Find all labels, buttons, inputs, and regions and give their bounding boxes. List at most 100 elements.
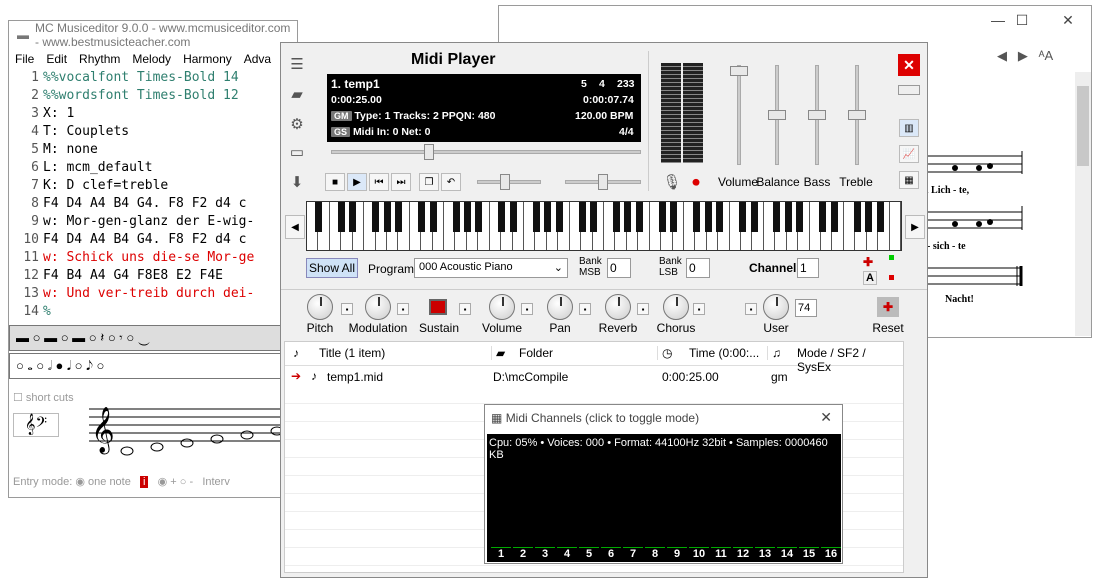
close-icon[interactable]: ✕ — [898, 54, 920, 76]
toggle-square[interactable]: ▪ — [459, 303, 471, 315]
black-key[interactable] — [658, 202, 666, 232]
black-key[interactable] — [532, 202, 540, 232]
channel-input[interactable]: 1 — [797, 258, 819, 278]
settings-icon[interactable]: ⚙ — [286, 113, 308, 135]
bass-fader[interactable] — [808, 65, 826, 165]
toggle-square[interactable]: ▪ — [637, 303, 649, 315]
user-value-input[interactable]: 74 — [795, 299, 817, 317]
scrollbar[interactable] — [1075, 72, 1091, 336]
maximize-icon[interactable]: ☐ — [999, 6, 1045, 34]
volume-fader[interactable] — [730, 65, 748, 165]
code-editor[interactable]: 1 %%vocalfont Times-Bold 14 2 %%wordsfont T… — [9, 69, 297, 321]
menu-harmony[interactable]: Harmony — [183, 52, 232, 66]
menu-advanced[interactable]: Adva — [244, 52, 271, 66]
next-button[interactable]: ⏭ — [391, 173, 411, 191]
toggle-square[interactable]: ▪ — [341, 303, 353, 315]
piano-roll-icon[interactable]: ▥ — [899, 119, 919, 137]
code-line[interactable]: w: Schick uns die-se Mor-ge — [43, 249, 254, 267]
black-key[interactable] — [475, 202, 483, 232]
channel-number[interactable]: 4 — [557, 547, 577, 560]
program-select[interactable]: 000 Acoustic Piano ⌄ — [414, 258, 568, 278]
toggle-square[interactable]: ▪ — [745, 303, 757, 315]
menu-rhythm[interactable]: Rhythm — [79, 52, 120, 66]
microphone-icon[interactable]: 🎙 — [661, 171, 683, 193]
col-mode[interactable]: Mode / SF2 / SysEx — [797, 346, 903, 374]
user-knob[interactable] — [763, 294, 789, 320]
short-cuts-checkbox[interactable]: ☐ short cuts — [13, 391, 74, 404]
black-key[interactable] — [819, 202, 827, 232]
volume-knob[interactable] — [489, 294, 515, 320]
code-line[interactable]: L: mcm_default — [43, 159, 153, 177]
code-line[interactable]: % — [43, 303, 51, 321]
black-key[interactable] — [590, 202, 598, 232]
toggle-square[interactable]: ▪ — [397, 303, 409, 315]
menu-icon[interactable]: ☰ — [286, 53, 308, 75]
col-folder[interactable]: Folder — [519, 346, 553, 360]
col-title[interactable]: Title (1 item) — [319, 346, 385, 360]
menu-edit[interactable]: Edit — [46, 52, 67, 66]
black-key[interactable] — [635, 202, 643, 232]
bank-lsb-input[interactable]: 0 — [686, 258, 710, 278]
code-line[interactable]: F4 B4 A4 G4 F8E8 E2 F4E — [43, 267, 223, 285]
channels-display[interactable]: Cpu: 05% • Voices: 000 • Format: 44100Hz… — [487, 434, 841, 562]
folder-icon[interactable]: ▰ — [286, 83, 308, 105]
reset-icon[interactable]: ✚ — [877, 297, 899, 317]
add-icon[interactable]: ✚ — [863, 255, 873, 269]
channel-number[interactable]: 3 — [535, 547, 555, 560]
stop-button[interactable]: ■ — [325, 173, 345, 191]
code-line[interactable]: X: 1 — [43, 105, 74, 123]
col-time[interactable]: Time (0:00:... — [689, 346, 759, 360]
scroll-left-button[interactable]: ◀ — [285, 215, 305, 239]
keyboard-icon[interactable]: ▦ — [899, 171, 919, 189]
code-line[interactable]: K: D clef=treble — [43, 177, 168, 195]
black-key[interactable] — [704, 202, 712, 232]
channel-number[interactable]: 6 — [601, 547, 621, 560]
black-key[interactable] — [624, 202, 632, 232]
black-key[interactable] — [773, 202, 781, 232]
code-line[interactable]: %%wordsfont Times-Bold 12 — [43, 87, 239, 105]
code-line[interactable]: M: none — [43, 141, 98, 159]
bank-msb-input[interactable]: 0 — [607, 258, 631, 278]
balance-fader[interactable] — [768, 65, 786, 165]
pan-knob[interactable] — [547, 294, 573, 320]
black-key[interactable] — [784, 202, 792, 232]
code-line[interactable]: F4 D4 A4 B4 G4. F8 F2 d4 c — [43, 231, 247, 249]
black-key[interactable] — [429, 202, 437, 232]
menu-melody[interactable]: Melody — [132, 52, 171, 66]
toggle-square[interactable]: ▪ — [693, 303, 705, 315]
code-line[interactable]: F4 D4 A4 B4 G4. F8 F2 d4 c — [43, 195, 247, 213]
black-key[interactable] — [337, 202, 345, 232]
black-key[interactable] — [865, 202, 873, 232]
white-key[interactable] — [890, 202, 901, 250]
pitch-slider[interactable] — [565, 174, 641, 190]
black-key[interactable] — [739, 202, 747, 232]
minimize-icon[interactable] — [898, 85, 920, 95]
black-key[interactable] — [693, 202, 701, 232]
window-button[interactable]: ❐ — [419, 173, 439, 191]
black-key[interactable] — [578, 202, 586, 232]
black-key[interactable] — [418, 202, 426, 232]
black-key[interactable] — [509, 202, 517, 232]
black-key[interactable] — [349, 202, 357, 232]
toggle-square[interactable]: ▪ — [579, 303, 591, 315]
code-line[interactable]: w: Mor-gen-glanz der E-wig- — [43, 213, 254, 231]
channel-number[interactable]: 14 — [777, 547, 797, 560]
close-icon[interactable]: ✕ — [820, 409, 832, 426]
channel-number[interactable]: 12 — [733, 547, 753, 560]
nav-arrows[interactable]: ◀ ▶ ᴬA — [997, 48, 1053, 64]
show-all-button[interactable]: Show All — [306, 258, 358, 278]
channel-number[interactable]: 7 — [623, 547, 643, 560]
black-key[interactable] — [463, 202, 471, 232]
black-key[interactable] — [876, 202, 884, 232]
black-key[interactable] — [452, 202, 460, 232]
record-icon[interactable]: ⏺ — [685, 171, 707, 193]
black-key[interactable] — [830, 202, 838, 232]
black-key[interactable] — [395, 202, 403, 232]
code-line[interactable]: w: Und ver-treib durch dei- — [43, 285, 254, 303]
black-key[interactable] — [796, 202, 804, 232]
treble-fader[interactable] — [848, 65, 866, 165]
black-key[interactable] — [716, 202, 724, 232]
black-key[interactable] — [853, 202, 861, 232]
a-button[interactable]: A — [863, 271, 877, 285]
chorus-knob[interactable] — [663, 294, 689, 320]
